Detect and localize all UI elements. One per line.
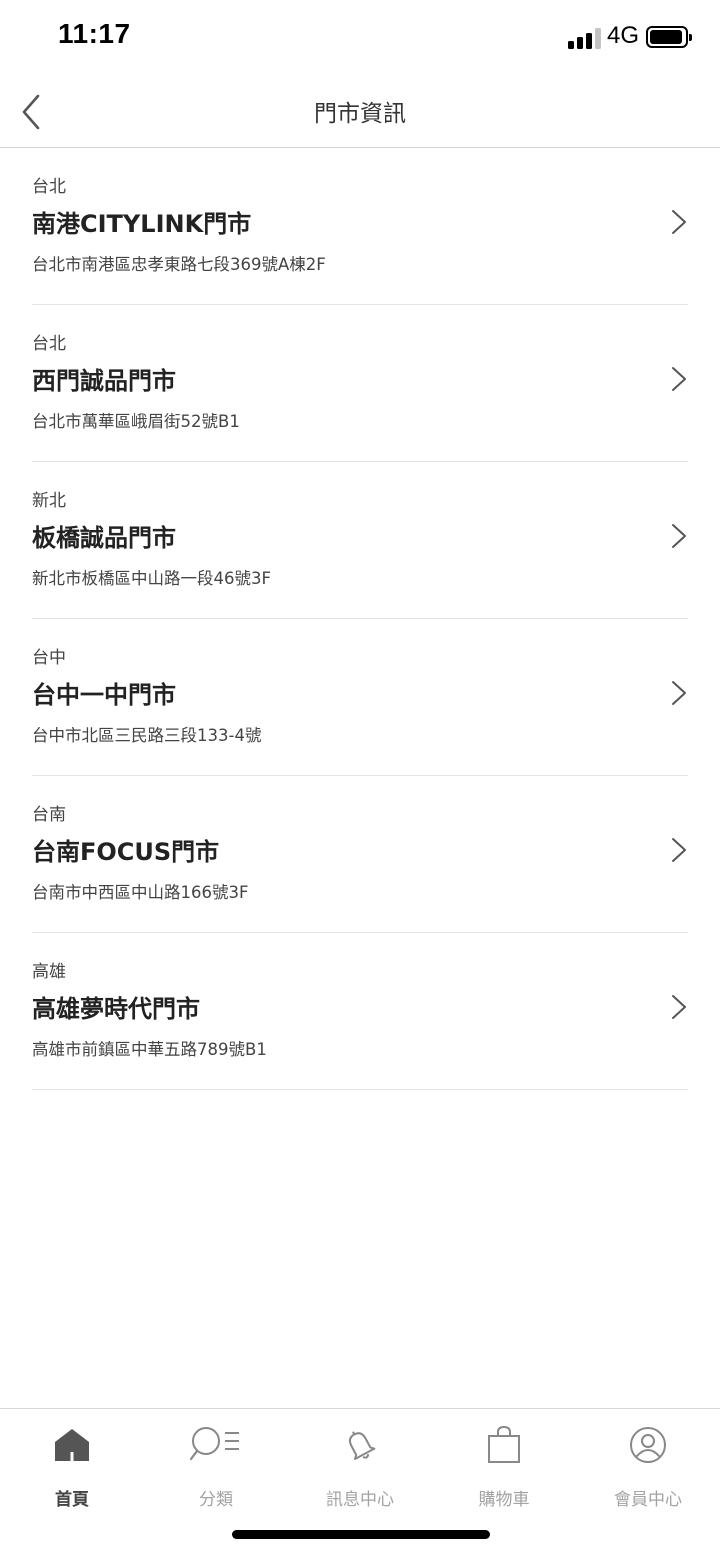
- chevron-right-icon: [672, 367, 686, 391]
- chevron-right-icon: [672, 838, 686, 862]
- store-name: 台中一中門市: [32, 681, 176, 709]
- store-name: 台南FOCUS門市: [32, 838, 220, 866]
- tab-member[interactable]: 會員中心: [576, 1423, 720, 1513]
- tab-cart[interactable]: 購物車: [432, 1423, 576, 1513]
- tab-label: 分類: [199, 1490, 233, 1510]
- signal-icon: [568, 27, 604, 49]
- store-item-tainan-focus[interactable]: 台南 台南FOCUS門市 台南市中西區中山路166號3F: [32, 776, 688, 933]
- store-name: 板橋誠品門市: [32, 524, 176, 552]
- tab-category[interactable]: 分類: [144, 1423, 288, 1513]
- chevron-right-icon: [672, 995, 686, 1019]
- store-list: 台北 南港CITYLINK門市 台北市南港區忠孝東路七段369號A棟2F 台北 …: [0, 148, 720, 1090]
- category-search-icon: [189, 1427, 239, 1461]
- chevron-right-icon: [672, 681, 686, 705]
- store-item-ximen-eslite[interactable]: 台北 西門誠品門市 台北市萬華區峨眉街52號B1: [32, 305, 688, 462]
- tab-label: 會員中心: [614, 1490, 682, 1510]
- battery-icon: [646, 26, 692, 48]
- home-icon: [55, 1429, 89, 1461]
- tab-messages[interactable]: 訊息中心: [288, 1423, 432, 1513]
- store-address: 台中市北區三民路三段133-4號: [32, 726, 262, 745]
- store-item-banqiao-eslite[interactable]: 新北 板橋誠品門市 新北市板橋區中山路一段46號3F: [32, 462, 688, 619]
- store-region: 台南: [32, 805, 66, 825]
- store-region: 新北: [32, 491, 66, 511]
- store-region: 高雄: [32, 962, 66, 982]
- tab-label: 購物車: [478, 1490, 530, 1510]
- store-address: 台北市萬華區峨眉街52號B1: [32, 412, 240, 431]
- network-label: 4G: [607, 22, 640, 49]
- store-item-nangang-citylink[interactable]: 台北 南港CITYLINK門市 台北市南港區忠孝東路七段369號A棟2F: [32, 148, 688, 305]
- home-indicator: [232, 1530, 490, 1539]
- status-bar: 11:17 4G: [0, 0, 720, 74]
- user-icon: [630, 1427, 666, 1463]
- store-address: 台南市中西區中山路166號3F: [32, 883, 249, 902]
- store-name: 高雄夢時代門市: [32, 995, 200, 1023]
- store-address: 台北市南港區忠孝東路七段369號A棟2F: [32, 255, 326, 274]
- nav-bar: 門市資訊: [0, 74, 720, 148]
- bell-icon: [348, 1431, 376, 1460]
- store-name: 南港CITYLINK門市: [32, 210, 252, 238]
- shopping-bag-icon: [488, 1425, 520, 1463]
- store-address: 高雄市前鎮區中華五路789號B1: [32, 1040, 267, 1059]
- store-name: 西門誠品門市: [32, 367, 176, 395]
- store-region: 台北: [32, 177, 66, 197]
- store-address: 新北市板橋區中山路一段46號3F: [32, 569, 271, 588]
- tab-label: 訊息中心: [326, 1490, 394, 1510]
- chevron-right-icon: [672, 524, 686, 548]
- store-item-kaohsiung-dream-mall[interactable]: 高雄 高雄夢時代門市 高雄市前鎮區中華五路789號B1: [32, 933, 688, 1090]
- tab-home[interactable]: 首頁: [0, 1423, 144, 1513]
- store-region: 台中: [32, 648, 66, 668]
- store-region: 台北: [32, 334, 66, 354]
- status-time: 11:17: [58, 18, 131, 49]
- page-title: 門市資訊: [314, 101, 406, 127]
- store-item-taichung-yizhong[interactable]: 台中 台中一中門市 台中市北區三民路三段133-4號: [32, 619, 688, 776]
- chevron-right-icon: [672, 210, 686, 234]
- tab-label: 首頁: [55, 1490, 89, 1510]
